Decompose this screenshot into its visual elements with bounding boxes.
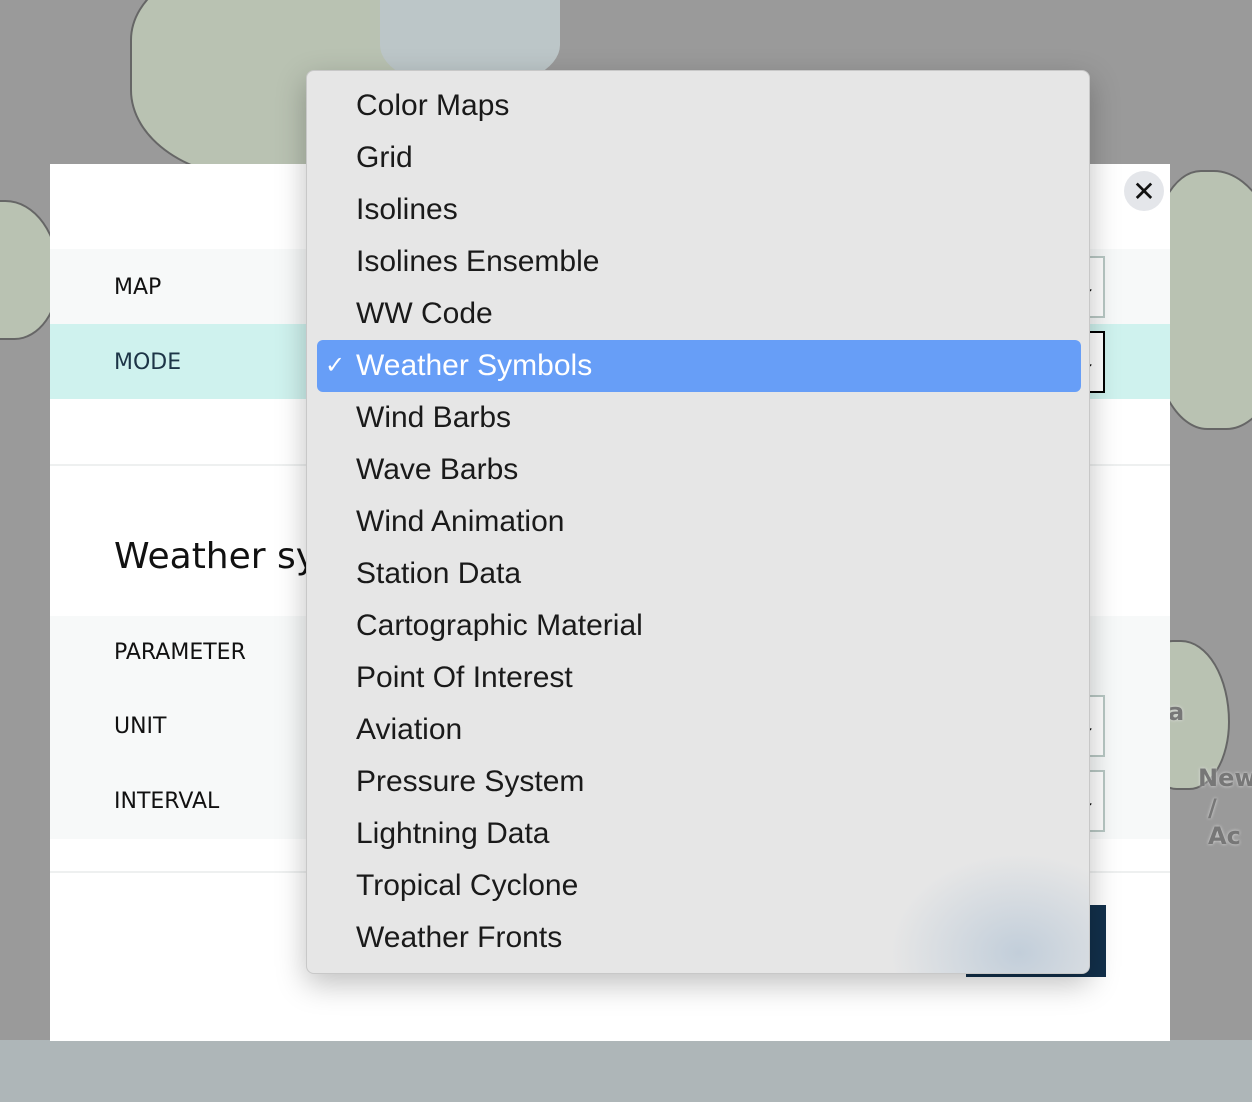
dropdown-option[interactable]: Pressure System	[317, 756, 1081, 808]
dropdown-option-label: Lightning Data	[356, 817, 550, 850]
dropdown-option-label: Color Maps	[356, 89, 510, 122]
dropdown-option-label: Point Of Interest	[356, 661, 573, 694]
dropdown-option-label: Station Data	[356, 557, 522, 590]
dropdown-option-label: Tropical Cyclone	[356, 869, 579, 902]
dropdown-option-label: Weather Fronts	[356, 921, 563, 954]
section-heading: Weather sy	[114, 536, 318, 577]
parameter-label: PARAMETER	[114, 640, 246, 665]
dropdown-option[interactable]: Wind Barbs	[317, 392, 1081, 444]
dropdown-option-label: WW Code	[356, 297, 493, 330]
dropdown-option[interactable]: Station Data	[317, 548, 1081, 600]
dropdown-option[interactable]: ✓ Weather Symbols	[317, 340, 1081, 392]
interval-label: INTERVAL	[114, 789, 220, 814]
mode-dropdown-menu: Color Maps Grid Isolines Isolines Ensemble W…	[306, 70, 1090, 974]
dropdown-option[interactable]: Color Maps	[317, 80, 1081, 132]
close-button[interactable]: ✕	[1124, 171, 1164, 211]
map-label: New	[1198, 764, 1252, 792]
dropdown-option[interactable]: Wind Animation	[317, 496, 1081, 548]
dropdown-option-label: Cartographic Material	[356, 609, 643, 642]
dropdown-option-label: Wind Animation	[356, 505, 565, 538]
map-label: a	[1168, 698, 1185, 726]
dropdown-option-label: Weather Symbols	[356, 349, 593, 382]
dropdown-option[interactable]: Cartographic Material	[317, 600, 1081, 652]
sea-area	[0, 1040, 1252, 1102]
dropdown-option-label: Wind Barbs	[356, 401, 512, 434]
dropdown-option[interactable]: Isolines	[317, 184, 1081, 236]
dropdown-option-label: Wave Barbs	[356, 453, 519, 486]
close-icon: ✕	[1132, 175, 1156, 207]
map-label: / Ac	[1208, 794, 1241, 850]
dropdown-option[interactable]: Aviation	[317, 704, 1081, 756]
dropdown-option-label: Isolines Ensemble	[356, 245, 600, 278]
dropdown-option[interactable]: Isolines Ensemble	[317, 236, 1081, 288]
dropdown-option-label: Aviation	[356, 713, 463, 746]
dropdown-option[interactable]: WW Code	[317, 288, 1081, 340]
dropdown-option-label: Pressure System	[356, 765, 585, 798]
dropdown-option[interactable]: Grid	[317, 132, 1081, 184]
unit-label: UNIT	[114, 714, 167, 739]
dropdown-option[interactable]: Tropical Cyclone	[317, 860, 1081, 912]
dropdown-option[interactable]: Wave Barbs	[317, 444, 1081, 496]
dropdown-option-label: Grid	[356, 141, 413, 174]
map-label: MAP	[114, 275, 162, 300]
checkmark-icon: ✓	[325, 352, 346, 379]
dropdown-option[interactable]: Lightning Data	[317, 808, 1081, 860]
dropdown-option-label: Isolines	[356, 193, 458, 226]
mode-label: MODE	[114, 350, 182, 375]
dropdown-option[interactable]: Weather Fronts	[317, 912, 1081, 964]
dropdown-option[interactable]: Point Of Interest	[317, 652, 1081, 704]
